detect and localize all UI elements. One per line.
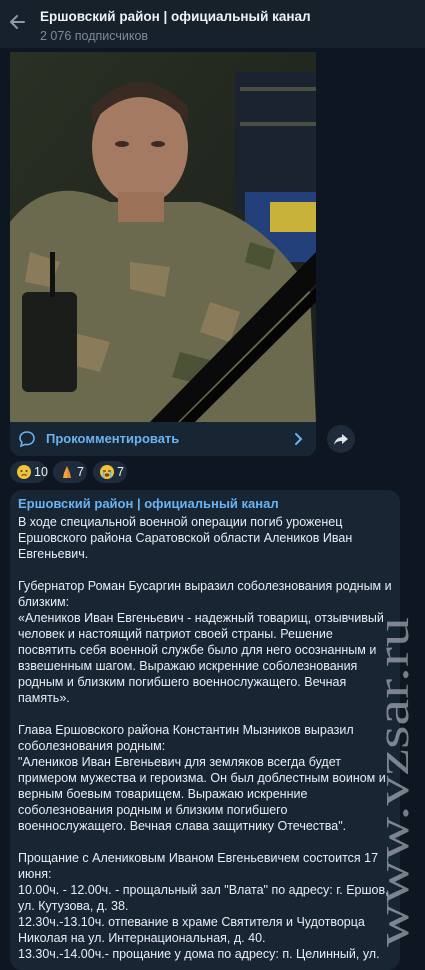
comment-bar[interactable]: Прокомментировать [10, 422, 316, 456]
message-paragraph: Прощание с Алениковым Иваном Евгеньевиче… [18, 851, 389, 961]
message-paragraph: Глава Ершовского района Константин Мызни… [18, 723, 386, 833]
message-bubble: Ершовский район | официальный канал В хо… [10, 490, 400, 970]
loudly-crying-face-icon [100, 465, 114, 479]
message-sender[interactable]: Ершовский район | официальный канал [18, 496, 279, 511]
svg-text:www.vzsar.ru: www.vzsar.ru [378, 617, 418, 947]
chevron-right-icon [294, 432, 304, 446]
comment-label: Прокомментировать [46, 431, 180, 446]
reaction-count: 7 [77, 465, 84, 479]
crying-face-icon [17, 465, 31, 479]
message-paragraph: В ходе специальной военной операции поги… [18, 515, 353, 561]
post-photo[interactable] [10, 52, 316, 422]
channel-title[interactable]: Ершовский район | официальный канал [40, 9, 311, 24]
back-arrow-icon[interactable] [8, 12, 28, 32]
share-icon [334, 434, 348, 445]
reaction-chip[interactable]: 7 [53, 461, 87, 483]
subscriber-count: 2 076 подписчиков [40, 29, 149, 43]
share-button[interactable] [327, 425, 355, 453]
top-bar: Ершовский район | официальный канал 2 07… [0, 0, 425, 48]
watermark: www.vzsar.ru [378, 617, 418, 947]
message-text: В ходе специальной военной операции поги… [18, 514, 394, 970]
message-paragraph: Губернатор Роман Бусаргин выразил соболе… [18, 579, 392, 705]
comment-icon [18, 430, 36, 448]
reaction-chip[interactable]: 10 [10, 461, 48, 483]
reaction-chip[interactable]: 7 [93, 461, 127, 483]
reaction-count: 10 [34, 465, 48, 479]
folded-hands-icon [63, 466, 71, 478]
reaction-count: 7 [117, 465, 124, 479]
